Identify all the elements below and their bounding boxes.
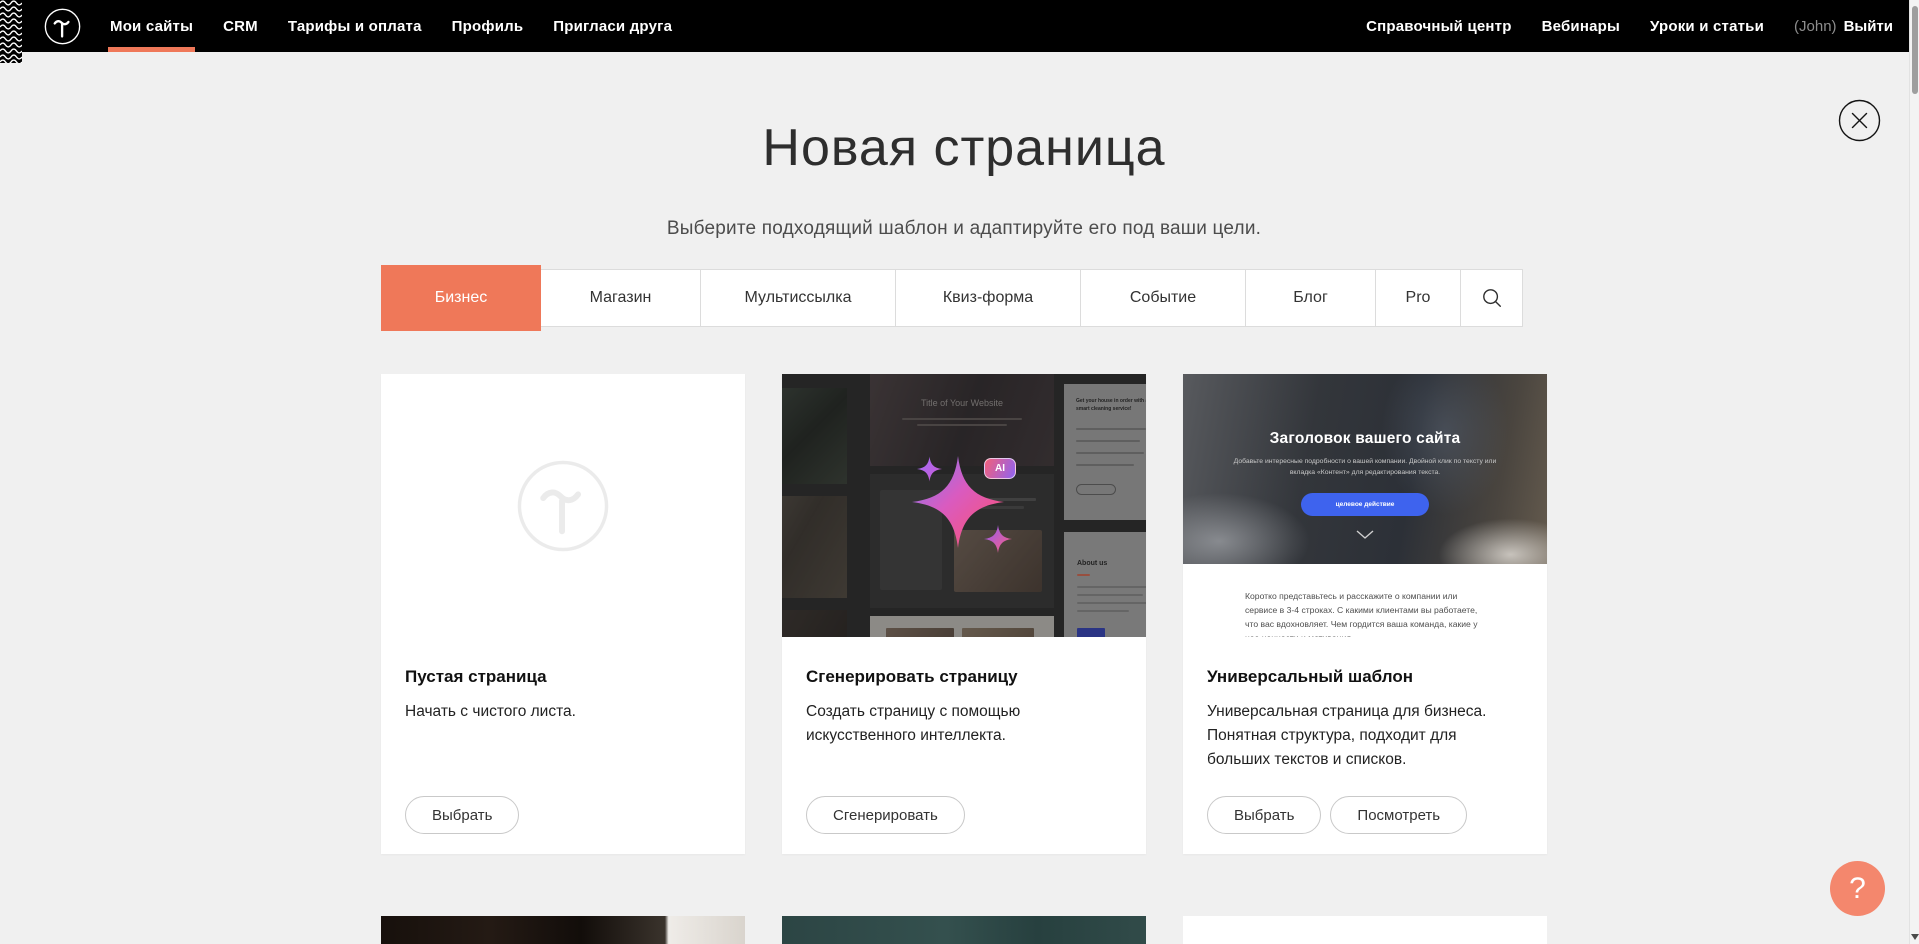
card-title: Универсальный шаблон (1207, 667, 1523, 687)
active-item-underline (108, 47, 195, 52)
nav-item-label: Вебинары (1542, 18, 1620, 35)
logout-link[interactable]: Выйти (1844, 18, 1893, 35)
template-category-tabs: Бизнес Магазин Мультиссылка Квиз-форма С… (381, 269, 1523, 327)
template-preview: Заголовок вашего сайта Добавьте интересн… (1183, 374, 1547, 637)
template-body-text: Коротко представьтесь и расскажите о ком… (1245, 590, 1487, 637)
view-template-button[interactable]: Посмотреть (1330, 796, 1467, 834)
tab-search[interactable] (1461, 270, 1522, 326)
top-navbar: Мои сайты CRM Тарифы и оплата Профиль Пр… (0, 0, 1919, 52)
nav-item-label: Тарифы и оплата (288, 18, 422, 35)
card-universal-template[interactable]: Заголовок вашего сайта Добавьте интересн… (1183, 374, 1547, 854)
tab-quiz-form[interactable]: Квиз-форма (896, 270, 1081, 326)
card-buttons: Выбрать (405, 796, 519, 834)
card-buttons: Выбрать Посмотреть (1207, 796, 1467, 834)
nav-item-label: Уроки и статьи (1650, 18, 1764, 35)
nav-item-my-sites[interactable]: Мои сайты (95, 0, 208, 52)
card-blank-page[interactable]: Пустая страница Начать с чистого листа. … (381, 374, 745, 854)
close-icon (1840, 101, 1880, 141)
tab-label: Бизнес (435, 289, 488, 307)
new-page-dialog: Мои сайты CRM Тарифы и оплата Профиль Пр… (0, 0, 1919, 944)
card-preview-partial[interactable] (1183, 916, 1547, 944)
template-hero: Заголовок вашего сайта Добавьте интересн… (1183, 374, 1547, 564)
page-title: Новая страница (381, 118, 1547, 178)
card-buttons: Сгенерировать (806, 796, 965, 834)
nav-item-crm[interactable]: CRM (208, 0, 273, 52)
tab-business[interactable]: Бизнес (381, 265, 541, 331)
tab-store[interactable]: Магазин (541, 270, 701, 326)
nav-item-label: CRM (223, 18, 258, 35)
close-button[interactable] (1838, 99, 1881, 142)
card-preview-partial[interactable] (782, 916, 1146, 944)
nav-item-help-center[interactable]: Справочный центр (1351, 0, 1527, 52)
ai-badge: AI (984, 458, 1016, 479)
nav-item-label: Справочный центр (1366, 18, 1512, 35)
tab-label: Квиз-форма (943, 289, 1033, 307)
card-title: Сгенерировать страницу (806, 667, 1122, 687)
search-icon (1482, 288, 1502, 308)
page-subtitle: Выберите подходящий шаблон и адаптируйте… (381, 218, 1547, 240)
nav-item-plans-payment[interactable]: Тарифы и оплата (273, 0, 437, 52)
nav-item-label: Профиль (452, 18, 524, 35)
card-body: Пустая страница Начать с чистого листа. (381, 637, 745, 724)
card-title: Пустая страница (405, 667, 721, 687)
tab-label: Магазин (590, 289, 652, 307)
vertical-scrollbar[interactable] (1909, 0, 1919, 944)
template-hero-subtitle: Добавьте интересные подробности о вашей … (1222, 457, 1508, 478)
nav-item-label: Мои сайты (110, 18, 193, 35)
card-preview-partial[interactable] (381, 916, 745, 944)
card-body: Универсальный шаблон Универсальная стран… (1183, 637, 1547, 772)
ai-sparkle-small-icon (917, 456, 942, 482)
tab-label: Pro (1406, 289, 1431, 307)
template-cards-row: Пустая страница Начать с чистого листа. … (381, 374, 1547, 854)
template-hero-title: Заголовок вашего сайта (1270, 430, 1461, 448)
tab-label: Событие (1130, 289, 1196, 307)
select-template-button[interactable]: Выбрать (1207, 796, 1321, 834)
zigzag-decoration (0, 0, 22, 63)
nav-item-webinars[interactable]: Вебинары (1527, 0, 1635, 52)
help-button[interactable]: ? (1830, 861, 1885, 916)
template-cards-row-2 (381, 916, 1547, 944)
nav-item-invite-friend[interactable]: Пригласи друга (538, 0, 687, 52)
tab-event[interactable]: Событие (1081, 270, 1246, 326)
tab-blog[interactable]: Блог (1246, 270, 1376, 326)
content-column: Новая страница Выберите подходящий шабло… (381, 0, 1547, 944)
card-description: Универсальная страница для бизнеса. Поня… (1207, 700, 1519, 772)
ai-preview-collage: Title of Your Website (782, 374, 1146, 637)
card-body: Сгенерировать страницу Создать страницу … (782, 637, 1146, 748)
tab-pro[interactable]: Pro (1376, 270, 1461, 326)
ai-sparkle-small-icon (984, 525, 1012, 553)
blank-page-preview (381, 374, 745, 637)
scrollbar-down-arrow-icon[interactable] (1911, 934, 1919, 940)
card-description: Начать с чистого листа. (405, 700, 717, 724)
nav-item-label: Пригласи друга (553, 18, 672, 35)
question-mark-icon: ? (1849, 872, 1866, 906)
tilda-watermark-icon (516, 459, 610, 553)
nav-item-profile[interactable]: Профиль (437, 0, 539, 52)
card-ai-generate[interactable]: Title of Your Website (782, 374, 1146, 854)
card-description: Создать страницу с помощью искусственног… (806, 700, 1118, 748)
generate-button[interactable]: Сгенерировать (806, 796, 965, 834)
navbar-right-menu: Справочный центр Вебинары Уроки и статьи… (1351, 0, 1919, 52)
scrollbar-thumb[interactable] (1912, 6, 1918, 94)
user-block: (John) Выйти (1779, 18, 1903, 35)
tab-label: Блог (1293, 289, 1328, 307)
tilda-logo-icon[interactable] (44, 8, 81, 45)
navbar-left-menu: Мои сайты CRM Тарифы и оплата Профиль Пр… (95, 0, 687, 52)
chevron-down-icon (1356, 530, 1374, 539)
tab-label: Мультиссылка (745, 289, 852, 307)
nav-item-lessons-articles[interactable]: Уроки и статьи (1635, 0, 1779, 52)
tab-multilink[interactable]: Мультиссылка (701, 270, 896, 326)
select-blank-button[interactable]: Выбрать (405, 796, 519, 834)
template-cta-button: целевое действие (1301, 493, 1429, 516)
user-name: (John) (1794, 18, 1837, 35)
